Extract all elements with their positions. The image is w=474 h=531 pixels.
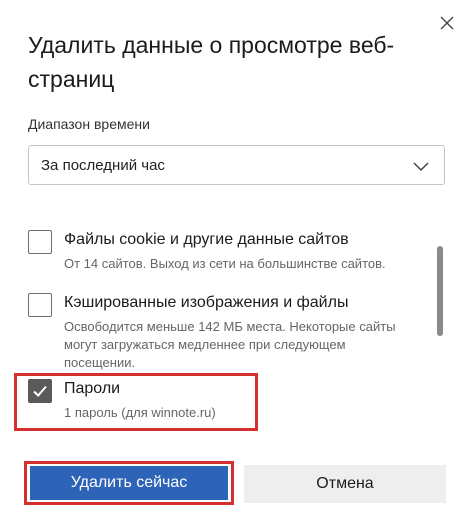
scrollbar-thumb[interactable] [437,246,443,336]
passwords-highlight-frame [14,373,258,431]
item-title: Файлы cookie и другие данные сайтов [64,231,349,248]
time-range-label: Диапазон времени [28,116,150,132]
close-button[interactable] [436,12,458,34]
clear-browsing-data-dialog: Удалить данные о просмотре веб-страниц Д… [0,0,474,531]
checkbox-cache[interactable] [28,293,52,317]
chevron-down-icon [413,162,429,172]
dialog-title: Удалить данные о просмотре веб-страниц [28,32,395,92]
delete-now-button[interactable]: Удалить сейчас [30,466,228,500]
time-range-value: За последний час [41,156,165,174]
cancel-button[interactable]: Отмена [244,465,446,503]
item-description: От 14 сайтов. Выход из сети на большинст… [64,256,386,271]
item-title: Кэшированные изображения и файлы [64,294,349,311]
close-icon [440,16,454,30]
time-range-select[interactable]: За последний час [28,145,445,185]
checkbox-cookies[interactable] [28,230,52,254]
item-description: Освободится меньше 142 МБ места. Некотор… [64,319,396,370]
